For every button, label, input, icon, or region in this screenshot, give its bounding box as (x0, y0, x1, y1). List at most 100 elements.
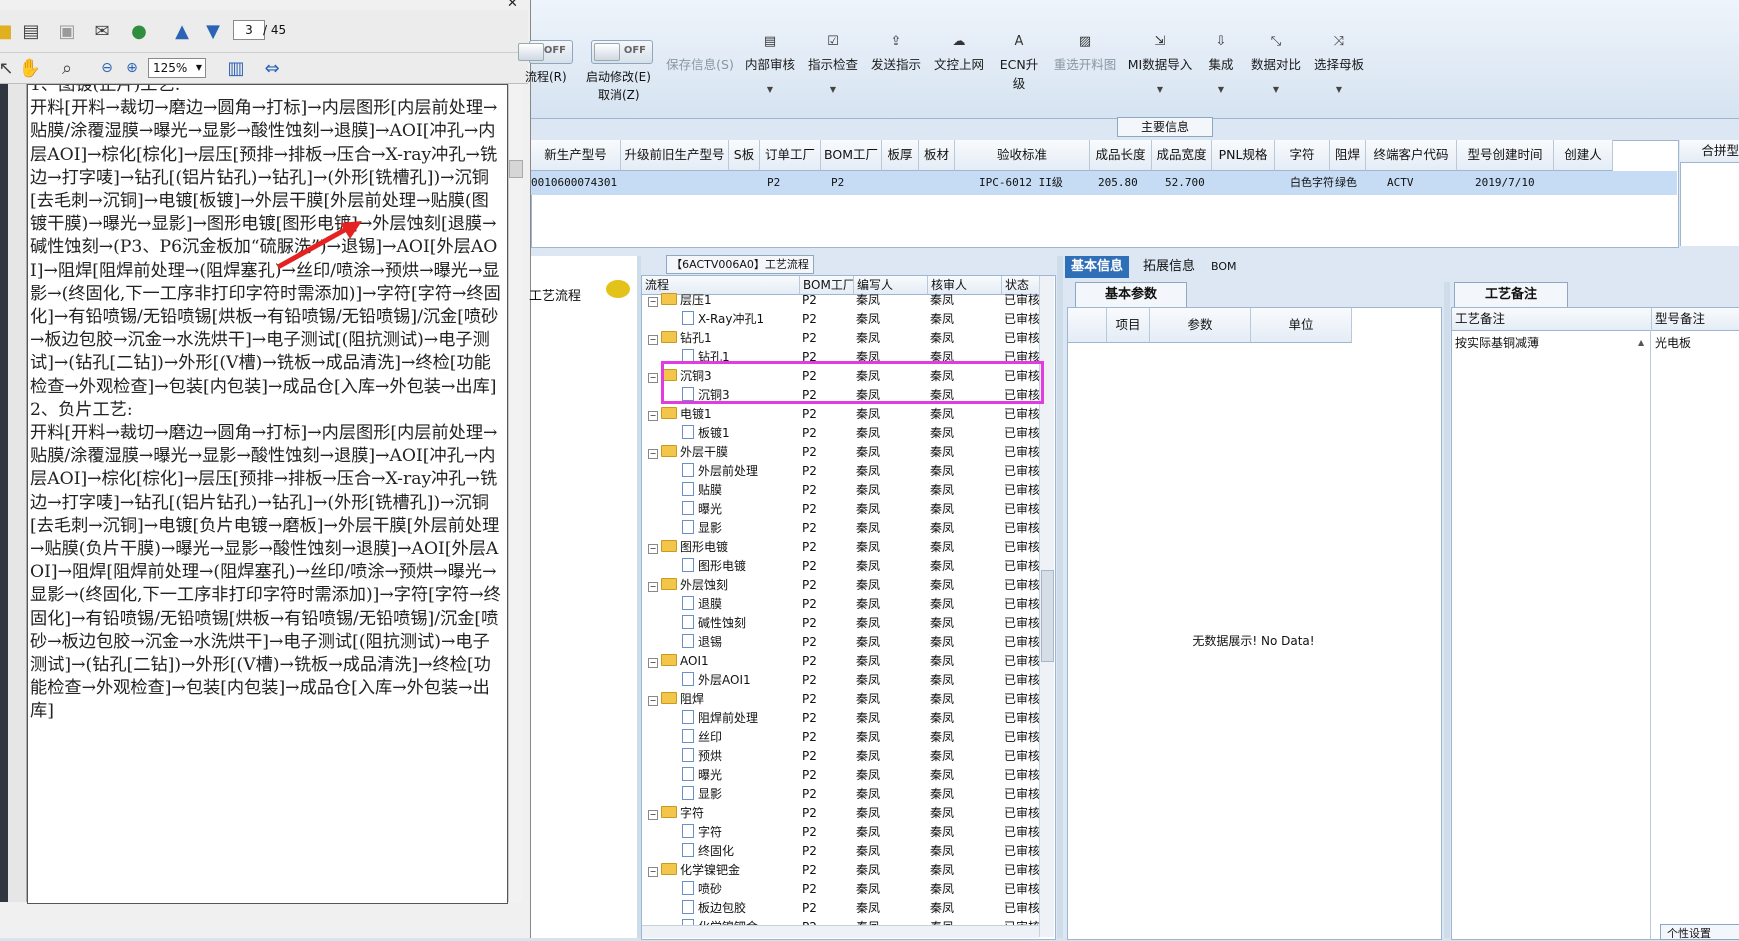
col-parameter[interactable]: 参数 (1150, 308, 1251, 343)
process-node[interactable]: − 外层蚀刻 (648, 576, 728, 595)
pdf-scroll-thumb[interactable] (509, 160, 523, 178)
tab-bom[interactable]: BOM (1205, 256, 1243, 278)
col-length[interactable]: 成品长度 (1090, 140, 1152, 171)
expand-collapse-icon[interactable]: − (648, 411, 658, 421)
table-row[interactable]: 预烘 P2 秦凤 秦凤 已审核 (642, 747, 1042, 766)
process-node[interactable]: 外层前处理 (682, 462, 758, 481)
col-old-model[interactable]: 升级前旧生产型号 (621, 140, 729, 171)
col-pnl-spec[interactable]: PNL规格 (1212, 140, 1275, 171)
table-row[interactable]: 丝印 P2 秦凤 秦凤 已审核 (642, 728, 1042, 747)
table-row[interactable]: − 字符 P2 秦凤 秦凤 已审核 (642, 804, 1042, 823)
process-node[interactable]: 碱性蚀刻 (682, 614, 746, 633)
process-tree-horizontal-scrollbar[interactable] (642, 925, 1039, 938)
print-icon[interactable]: ▤ (19, 19, 43, 43)
fit-page-icon[interactable]: ▥ (224, 56, 248, 80)
process-node[interactable]: 退膜 (682, 595, 722, 614)
col-new-model[interactable]: 新生产型号 (531, 140, 621, 171)
process-node[interactable]: 终固化 (682, 842, 734, 861)
table-row[interactable]: 碱性蚀刻 P2 秦凤 秦凤 已审核 (642, 614, 1042, 633)
expand-collapse-icon[interactable]: − (648, 810, 658, 820)
process-node[interactable]: 丝印 (682, 728, 722, 747)
process-node[interactable]: 阻焊前处理 (682, 709, 758, 728)
table-row[interactable]: − 钻孔1 P2 秦凤 秦凤 已审核 (642, 329, 1042, 348)
col-creator[interactable]: 创建人 (1554, 140, 1613, 171)
col-create-time[interactable]: 型号创建时间 (1457, 140, 1554, 171)
process-node[interactable]: 预烘 (682, 747, 722, 766)
marquee-zoom-icon[interactable]: ⌕ (55, 56, 79, 80)
table-row[interactable]: 图形电镀 P2 秦凤 秦凤 已审核 (642, 557, 1042, 576)
process-node[interactable]: X-Ray冲孔1 (682, 310, 764, 329)
next-page-arrow-icon[interactable]: ▼ (201, 19, 225, 43)
table-row[interactable]: − 外层干膜 P2 秦凤 秦凤 已审核 (642, 443, 1042, 462)
hand-tool-icon[interactable]: ✋ (18, 56, 42, 80)
cell-tech-note[interactable]: 按实际基铜减薄 (1455, 334, 1539, 351)
process-node[interactable]: 字符 (682, 823, 722, 842)
process-node[interactable]: 显影 (682, 785, 722, 804)
select-mother-board-button[interactable]: ⤨ 选择母板 ▼ (1311, 34, 1367, 104)
expand-collapse-icon[interactable]: − (648, 867, 658, 877)
process-node[interactable]: − 电镀1 (648, 405, 712, 424)
process-node[interactable]: 外层AOI1 (682, 671, 751, 690)
table-row[interactable]: 终固化 P2 秦凤 秦凤 已审核 (642, 842, 1042, 861)
internal-review-button[interactable]: ▤ 内部审核 ▼ (743, 34, 797, 104)
scroll-thumb[interactable] (1041, 570, 1054, 662)
table-row[interactable]: − AOI1 P2 秦凤 秦凤 已审核 (642, 652, 1042, 671)
zoom-in-icon[interactable]: ⊕ (120, 56, 144, 80)
page-number-input[interactable]: 3 (233, 20, 265, 40)
table-row[interactable]: X-Ray冲孔1 P2 秦凤 秦凤 已审核 (642, 310, 1042, 329)
expand-collapse-icon[interactable]: − (648, 297, 658, 307)
col-combined[interactable]: 合拼型 (1680, 140, 1739, 163)
scroll-up-icon[interactable]: ▲ (1638, 338, 1644, 347)
process-node[interactable]: − 图形电镀 (648, 538, 728, 557)
process-node[interactable]: − 阻焊 (648, 690, 704, 709)
col-order-factory[interactable]: 订单工厂 (760, 140, 821, 171)
col-item[interactable]: 项目 (1107, 308, 1150, 343)
process-node[interactable]: 板边包胶 (682, 899, 746, 918)
col-end-customer-code[interactable]: 终端客户代码 (1366, 140, 1457, 171)
col-material[interactable]: 板材 (919, 140, 955, 171)
table-row[interactable]: − 图形电镀 P2 秦凤 秦凤 已审核 (642, 538, 1042, 557)
process-node[interactable]: − 字符 (648, 804, 704, 823)
send-instruction-button[interactable]: ⇪ 发送指示 (869, 34, 923, 104)
expand-collapse-icon[interactable]: − (648, 335, 658, 345)
expand-collapse-icon[interactable]: − (648, 544, 658, 554)
email-icon[interactable]: ✉ (90, 19, 114, 43)
process-node[interactable]: 图形电镀 (682, 557, 746, 576)
ecn-upgrade-button[interactable]: A ECN升级 (994, 34, 1044, 104)
flow-toggle[interactable]: OFF (518, 40, 573, 64)
table-row[interactable]: 阻焊前处理 P2 秦凤 秦凤 已审核 (642, 709, 1042, 728)
col-solder-mask[interactable]: 阻焊 (1330, 140, 1366, 171)
table-row[interactable]: 0010600074301 P2 P2 IPC-6012 II级 205.80 … (531, 171, 1677, 195)
previous-page-arrow-icon[interactable]: ▲ (170, 19, 194, 43)
panel-splitter[interactable] (1444, 282, 1450, 938)
data-compare-button[interactable]: ⤡ 数据对比 ▼ (1248, 34, 1304, 104)
instruction-check-button[interactable]: ☑ 指示检查 ▼ (806, 34, 860, 104)
expand-collapse-icon[interactable]: − (648, 658, 658, 668)
save-icon[interactable]: ▣ (55, 19, 79, 43)
cancel-button[interactable]: 取消(Z) (598, 86, 640, 103)
table-row[interactable]: − 电镀1 P2 秦凤 秦凤 已审核 (642, 405, 1042, 424)
process-node[interactable]: 显影 (682, 519, 722, 538)
process-node[interactable]: − 外层干膜 (648, 443, 728, 462)
process-node[interactable]: 曝光 (682, 766, 722, 785)
col-width[interactable]: 成品宽度 (1152, 140, 1212, 171)
process-node[interactable]: − 化学镍钯金 (648, 861, 740, 880)
left-process-panel-title[interactable]: 工艺流程 (529, 280, 633, 306)
process-node[interactable]: 贴膜 (682, 481, 722, 500)
col-unit[interactable]: 单位 (1251, 308, 1352, 343)
table-row[interactable]: − 层压1 P2 秦凤 秦凤 已审核 (642, 291, 1042, 310)
doc-control-online-button[interactable]: ☁ 文控上网 (932, 34, 986, 104)
process-node[interactable]: 板镀1 (682, 424, 730, 443)
table-row[interactable]: − 阻焊 P2 秦凤 秦凤 已审核 (642, 690, 1042, 709)
open-folder-icon[interactable]: ■ (0, 19, 16, 43)
process-node[interactable]: − 层压1 (648, 291, 712, 310)
table-row[interactable]: 退膜 P2 秦凤 秦凤 已审核 (642, 595, 1042, 614)
reselect-cutting-chart-button[interactable]: ▨ 重选开料图 (1052, 34, 1118, 104)
expand-collapse-icon[interactable]: − (648, 582, 658, 592)
table-row[interactable]: 曝光 P2 秦凤 秦凤 已审核 (642, 766, 1042, 785)
table-row[interactable]: 外层AOI1 P2 秦凤 秦凤 已审核 (642, 671, 1042, 690)
table-row[interactable]: 曝光 P2 秦凤 秦凤 已审核 (642, 500, 1042, 519)
col-character[interactable]: 字符 (1275, 140, 1330, 171)
col-tech-note[interactable]: 工艺备注 (1452, 308, 1652, 331)
process-node[interactable]: 曝光 (682, 500, 722, 519)
